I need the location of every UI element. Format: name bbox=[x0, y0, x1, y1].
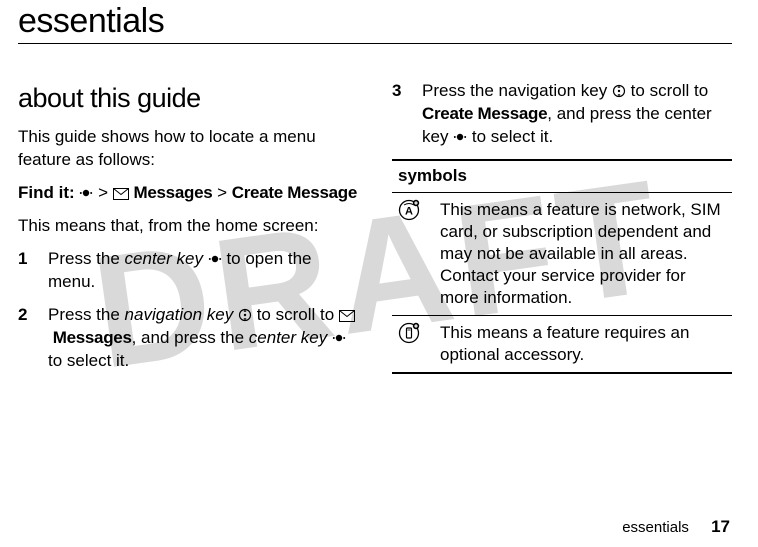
section-heading: about this guide bbox=[18, 80, 358, 116]
page-footer: essentials 17 bbox=[622, 517, 730, 537]
step-number: 2 bbox=[18, 304, 48, 373]
symbol-description: This means a feature is network, SIM car… bbox=[434, 192, 732, 315]
center-key-icon bbox=[79, 186, 93, 200]
title-rule bbox=[18, 43, 732, 44]
create-message-label: Create Message bbox=[232, 183, 357, 202]
envelope-icon bbox=[113, 188, 129, 200]
sim-dependent-icon: A bbox=[392, 192, 434, 315]
nav-key-icon bbox=[612, 84, 626, 98]
page-title: essentials bbox=[18, 0, 732, 41]
step-text: to scroll to bbox=[626, 81, 708, 100]
accessory-icon bbox=[392, 316, 434, 374]
symbols-header: symbols bbox=[392, 160, 732, 192]
step-text: , and press the bbox=[132, 328, 249, 347]
page-number: 17 bbox=[711, 517, 730, 536]
step-body: Press the navigation key to scroll to Cr… bbox=[422, 80, 732, 149]
envelope-icon bbox=[339, 310, 355, 322]
symbol-description: This means a feature requires an optiona… bbox=[434, 316, 732, 374]
step-1: 1 Press the center key to open the menu. bbox=[18, 248, 358, 294]
svg-text:A: A bbox=[405, 205, 413, 217]
find-it-line: Find it: > Messages > Create Message bbox=[18, 182, 358, 205]
table-row: This means a feature requires an optiona… bbox=[392, 316, 732, 374]
center-key-term: center key bbox=[249, 328, 327, 347]
messages-label: Messages bbox=[134, 183, 213, 202]
left-column: about this guide This guide shows how to… bbox=[18, 62, 358, 383]
step-text: to select it. bbox=[48, 351, 129, 370]
symbols-table: symbols A This mean bbox=[392, 159, 732, 375]
messages-label: Messages bbox=[53, 328, 132, 347]
intro-text: This guide shows how to locate a menu fe… bbox=[18, 126, 358, 172]
right-column: 3 Press the navigation key to scroll to … bbox=[392, 62, 732, 383]
step-body: Press the center key to open the menu. bbox=[48, 248, 358, 294]
footer-section: essentials bbox=[622, 519, 689, 536]
step-text: Press the navigation key bbox=[422, 81, 612, 100]
create-message-label: Create Message bbox=[422, 104, 547, 123]
step-number: 3 bbox=[392, 80, 422, 149]
nav-key-icon bbox=[238, 308, 252, 322]
step-2: 2 Press the navigation key to scroll to … bbox=[18, 304, 358, 373]
table-row: A This means a feature is network, SIM c… bbox=[392, 192, 732, 315]
step-text: to scroll to bbox=[252, 305, 339, 324]
step-text: Press the bbox=[48, 249, 125, 268]
center-key-term: center key bbox=[125, 249, 203, 268]
step-text: to select it. bbox=[467, 127, 553, 146]
explanation-text: This means that, from the home screen: bbox=[18, 215, 358, 238]
step-body: Press the navigation key to scroll to Me… bbox=[48, 304, 358, 373]
nav-key-term: navigation key bbox=[125, 305, 234, 324]
step-3: 3 Press the navigation key to scroll to … bbox=[392, 80, 732, 149]
center-key-icon bbox=[208, 252, 222, 266]
center-key-icon bbox=[332, 331, 346, 345]
step-number: 1 bbox=[18, 248, 48, 294]
find-it-label: Find it: bbox=[18, 183, 75, 202]
step-text: Press the bbox=[48, 305, 125, 324]
center-key-icon bbox=[453, 130, 467, 144]
